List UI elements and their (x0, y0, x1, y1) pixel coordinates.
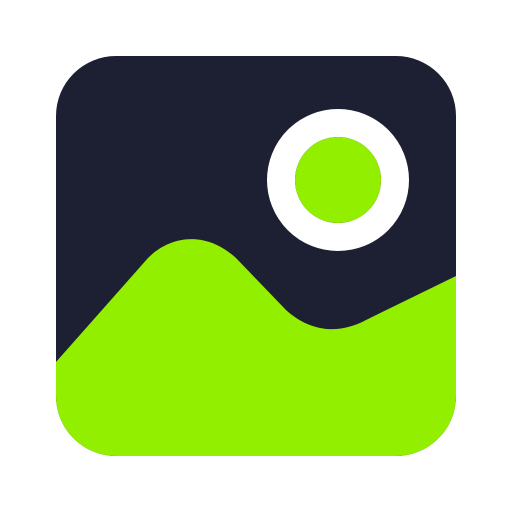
image-placeholder-icon (56, 56, 456, 456)
icon-canvas (0, 0, 512, 512)
sun-icon (295, 137, 381, 223)
